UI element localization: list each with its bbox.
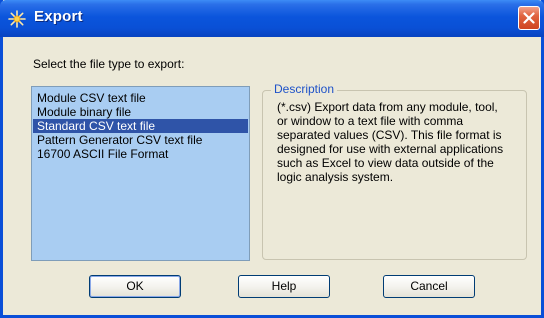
description-group: Description (*.csv) Export data from any… — [262, 82, 527, 260]
cancel-button[interactable]: Cancel — [383, 275, 475, 298]
title-bar[interactable]: Export — [0, 0, 544, 37]
close-button[interactable] — [518, 6, 540, 30]
description-text: (*.csv) Export data from any module, too… — [277, 100, 504, 184]
export-dialog: Export Select the file type to export: M… — [0, 0, 544, 318]
list-item-standard-csv[interactable]: Standard CSV text file — [33, 119, 248, 133]
close-icon — [523, 12, 535, 24]
ok-button[interactable]: OK — [89, 275, 181, 298]
description-label: Description — [271, 82, 338, 96]
window-title: Export — [34, 8, 83, 25]
file-type-list[interactable]: Module CSV text file Module binary file … — [31, 86, 250, 261]
list-item-module-csv[interactable]: Module CSV text file — [33, 91, 248, 105]
file-type-prompt: Select the file type to export: — [33, 57, 185, 71]
help-button[interactable]: Help — [238, 275, 330, 298]
list-item-16700-ascii[interactable]: 16700 ASCII File Format — [33, 147, 248, 161]
export-app-icon — [7, 9, 27, 29]
list-item-pattern-generator-csv[interactable]: Pattern Generator CSV text file — [33, 133, 248, 147]
list-item-module-binary[interactable]: Module binary file — [33, 105, 248, 119]
